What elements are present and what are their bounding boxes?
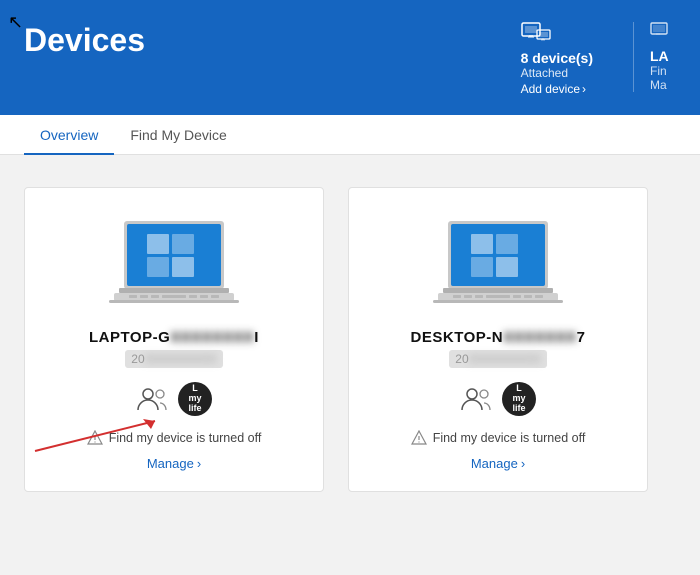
page-title: Devices (24, 22, 145, 59)
avatar-2: Lmylife (502, 382, 536, 416)
partial-device-icon (650, 22, 676, 44)
add-device-link[interactable]: Add device › (521, 82, 586, 96)
tabs-bar: Overview Find My Device (0, 115, 700, 155)
device-2-users: Lmylife (460, 382, 536, 416)
device-1-id: 20XXXXXXXXX (125, 350, 222, 368)
warning-icon-1 (87, 430, 103, 446)
partial-sub2: Ma (650, 78, 667, 92)
partial-label: LA (650, 48, 669, 64)
devices-icon (521, 22, 551, 46)
device-card-1: LAPTOP-GXXXXXXXXI 20XXXXXXXXX Lmylife (24, 187, 324, 492)
tab-overview[interactable]: Overview (24, 115, 114, 155)
device-2-name: DESKTOP-NXXXXXXX7 (411, 329, 586, 346)
content-area: LAPTOP-GXXXXXXXXI 20XXXXXXXXX Lmylife (0, 155, 700, 524)
device-card-2: DESKTOP-NXXXXXXX7 20XXXXXXXXX Lmylife Fi… (348, 187, 648, 492)
avatar-1: Lmylife (178, 382, 212, 416)
attached-label: Attached (521, 66, 568, 80)
avatar-text-1: Lmylife (188, 384, 201, 414)
header: Devices 8 device(s) Attached Add device … (0, 0, 700, 115)
device-2-id: 20XXXXXXXXX (449, 350, 546, 368)
device-1-name: LAPTOP-GXXXXXXXXI (89, 329, 259, 346)
device-1-manage-link[interactable]: Manage › (147, 456, 201, 471)
device-1-users: Lmylife (136, 382, 212, 416)
tab-find-my-device[interactable]: Find My Device (114, 115, 242, 155)
users-icon-1 (136, 386, 170, 412)
partial-sub1: Fin (650, 64, 667, 78)
device-2-warning: Find my device is turned off (411, 430, 586, 446)
header-right: 8 device(s) Attached Add device › LA Fin… (521, 18, 676, 96)
avatar-text-2: Lmylife (512, 384, 525, 414)
device-2-manage-link[interactable]: Manage › (471, 456, 525, 471)
header-left: Devices (24, 18, 145, 59)
laptop-icon-2 (433, 216, 563, 311)
devices-widget: 8 device(s) Attached Add device › (521, 22, 593, 96)
users-icon-2 (460, 386, 494, 412)
laptop-icon-1 (109, 216, 239, 311)
device-1-warning: Find my device is turned off (87, 430, 262, 446)
warning-icon-2 (411, 430, 427, 446)
partial-widget: LA Fin Ma (633, 22, 676, 92)
device-count: 8 device(s) (521, 50, 593, 66)
